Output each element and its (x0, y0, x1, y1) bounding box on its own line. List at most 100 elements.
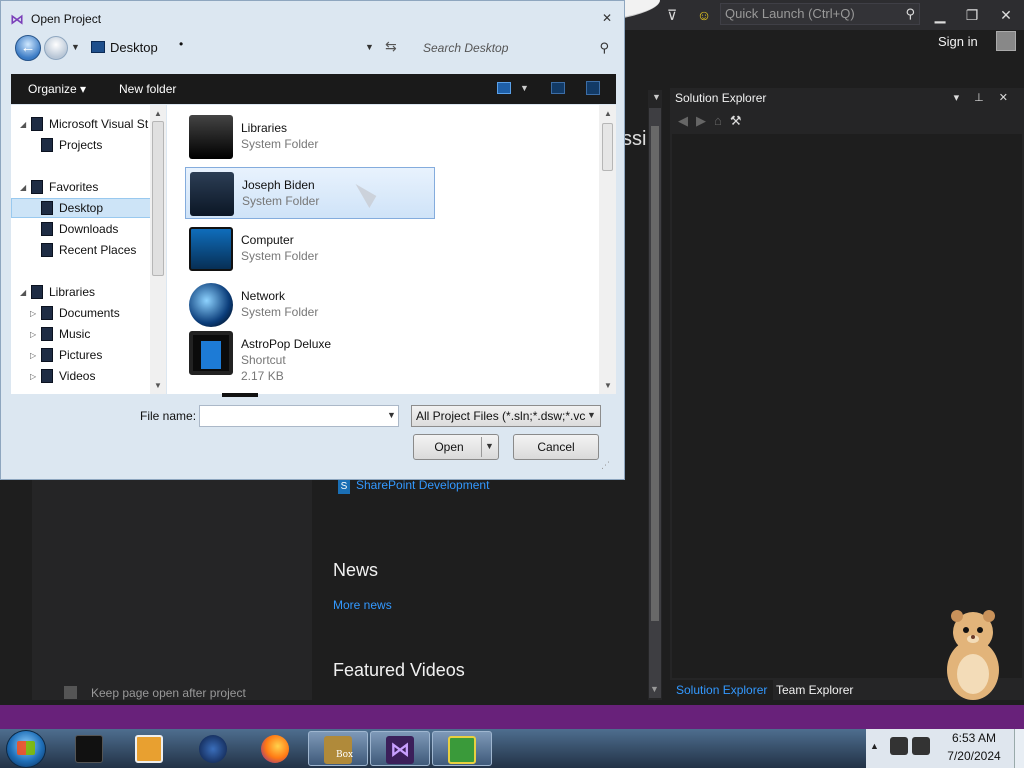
minimize-button[interactable]: ▁ (926, 4, 954, 26)
keep-page-open-option[interactable]: Keep page open after project (64, 686, 246, 700)
open-button-label: Open (434, 440, 464, 454)
open-options-dropdown[interactable]: ▼ (485, 441, 494, 451)
panel-window-buttons[interactable]: ▾ ⊥ ✕ (954, 88, 1014, 108)
more-news-link[interactable]: More news (333, 598, 392, 612)
tree-item-videos[interactable]: Videos (41, 366, 95, 386)
tree-item-favorites[interactable]: Favorites (31, 177, 98, 197)
feedback-smiley-icon[interactable]: ☺ (690, 4, 718, 26)
navigation-scroll-thumb[interactable] (152, 121, 164, 276)
forward-icon[interactable]: ▶ (696, 113, 714, 128)
cancel-button[interactable]: Cancel (513, 434, 599, 460)
close-button[interactable]: ✕ (992, 4, 1020, 26)
help-icon[interactable] (586, 81, 600, 95)
quick-launch-input[interactable]: Quick Launch (Ctrl+Q) ⚲ (720, 3, 920, 25)
dialog-close-button[interactable]: ✕ (599, 11, 615, 27)
show-hidden-icons-icon[interactable]: ▲ (870, 741, 879, 751)
taskbar-media-player[interactable] (120, 731, 176, 766)
search-icon[interactable]: ⚲ (905, 4, 915, 24)
tree-item-pictures[interactable]: Pictures (41, 345, 102, 365)
scroll-up-icon[interactable]: ▲ (154, 109, 162, 118)
refresh-icon[interactable]: ⇆ (385, 38, 397, 55)
volume-tray-icon[interactable] (912, 737, 930, 755)
recent-locations-dropdown[interactable]: ▼ (71, 42, 80, 52)
taskbar-black-app[interactable] (60, 731, 116, 766)
tree-item-label: Libraries (49, 285, 96, 299)
expand-arrow-icon[interactable]: ▷ (30, 309, 36, 318)
keep-page-open-checkbox[interactable] (64, 686, 77, 699)
shield-app-icon (448, 736, 476, 764)
home-icon[interactable]: ⌂ (714, 113, 730, 128)
start-page-scroll-thumb[interactable] (651, 126, 659, 621)
solution-explorer-tree[interactable] (672, 134, 1022, 678)
taskbar-globe-app[interactable] (184, 731, 240, 766)
taskbar-box-game[interactable]: Box (308, 731, 368, 766)
tree-item-music[interactable]: Music (41, 324, 90, 344)
list-item[interactable]: Network System Folder (185, 279, 435, 331)
address-dropdown[interactable]: ▼ (365, 42, 374, 52)
network-tray-icon[interactable] (890, 737, 908, 755)
tree-item-visual-studio[interactable]: Microsoft Visual St (31, 114, 149, 134)
sign-in-link[interactable]: Sign in (938, 34, 978, 49)
back-icon[interactable]: ◀ (678, 113, 696, 128)
expand-arrow-icon[interactable]: ▷ (30, 372, 36, 381)
list-item[interactable]: AstroPop Deluxe Shortcut 2.17 KB (185, 327, 435, 391)
organize-label: Organize (28, 82, 77, 96)
expand-arrow-icon[interactable]: ▷ (30, 351, 36, 360)
keep-page-open-label: Keep page open after project (91, 686, 246, 700)
clock-time[interactable]: 6:53 AM (950, 731, 998, 745)
organize-menu[interactable]: Organize ▾ (28, 82, 86, 96)
back-button[interactable]: ← (15, 35, 41, 61)
collapse-arrow-icon[interactable]: ◢ (20, 183, 26, 192)
tree-item-documents[interactable]: Documents (41, 303, 120, 323)
tree-item-recent-places[interactable]: Recent Places (41, 240, 136, 260)
scroll-down-icon[interactable]: ▼ (604, 381, 612, 390)
chevron-down-icon[interactable]: ▼ (652, 92, 661, 102)
avatar[interactable] (996, 31, 1016, 51)
preview-pane-icon[interactable] (551, 82, 565, 94)
wrench-icon[interactable]: ⚒ (730, 113, 750, 128)
list-item[interactable]: Joseph Biden System Folder (185, 167, 435, 219)
chevron-down-icon[interactable]: ▼ (587, 410, 596, 420)
show-desktop-button[interactable] (1014, 729, 1024, 768)
tab-team-explorer[interactable]: Team Explorer (770, 680, 859, 700)
file-type: System Folder (241, 305, 319, 319)
file-name-input[interactable] (199, 405, 399, 427)
libraries-folder-icon (189, 115, 233, 159)
search-icon[interactable]: ⚲ (599, 36, 609, 60)
search-input[interactable]: Search Desktop ⚲ (415, 36, 615, 60)
expand-arrow-icon[interactable]: ▷ (30, 330, 36, 339)
tree-item-libraries[interactable]: Libraries (31, 282, 95, 302)
scroll-down-icon[interactable]: ▼ (154, 381, 162, 390)
view-options-dropdown[interactable]: ▼ (520, 83, 529, 93)
file-list-scroll-thumb[interactable] (602, 123, 613, 171)
forward-button[interactable] (44, 36, 68, 60)
sharepoint-link[interactable]: S SharePoint Development (338, 478, 489, 494)
tree-item-downloads[interactable]: Downloads (41, 219, 118, 239)
change-view-icon[interactable] (497, 82, 511, 94)
clock-date[interactable]: 7/20/2024 (946, 749, 1002, 763)
list-item[interactable]: Libraries System Folder (185, 111, 435, 163)
restore-button[interactable]: ❐ (958, 4, 986, 26)
file-name: Computer (241, 233, 294, 247)
sharepoint-link-label: SharePoint Development (356, 478, 490, 492)
tab-solution-explorer[interactable]: Solution Explorer (670, 680, 774, 700)
taskbar-shield-app[interactable] (432, 731, 492, 766)
resize-grip-icon[interactable]: ⋰ (601, 460, 610, 471)
collapse-arrow-icon[interactable]: ◢ (20, 288, 26, 297)
new-folder-button[interactable]: New folder (119, 82, 176, 96)
collapse-arrow-icon[interactable]: ◢ (20, 120, 26, 129)
scroll-down-icon[interactable]: ▼ (650, 684, 659, 694)
open-project-dialog: ⋈ Open Project ✕ ← ▼ Desktop • ▼ ⇆ Searc… (0, 0, 625, 480)
tree-item-projects[interactable]: Projects (41, 135, 102, 155)
scroll-up-icon[interactable]: ▲ (604, 109, 612, 118)
file-name-dropdown[interactable]: ▼ (387, 410, 396, 420)
breadcrumb-separator-icon[interactable]: • (179, 37, 183, 51)
address-bar-location[interactable]: Desktop (110, 40, 158, 55)
filter-icon[interactable]: ⊽ (658, 4, 686, 26)
taskbar-firefox[interactable] (246, 731, 302, 766)
list-item[interactable]: Computer System Folder (185, 223, 435, 275)
tree-item-desktop[interactable]: Desktop (41, 198, 103, 218)
taskbar-visual-studio[interactable]: ⋈ (370, 731, 430, 766)
windows-logo-icon (17, 741, 35, 755)
file-type-filter-select[interactable]: All Project Files (*.sln;*.dsw;*.vc (411, 405, 601, 427)
